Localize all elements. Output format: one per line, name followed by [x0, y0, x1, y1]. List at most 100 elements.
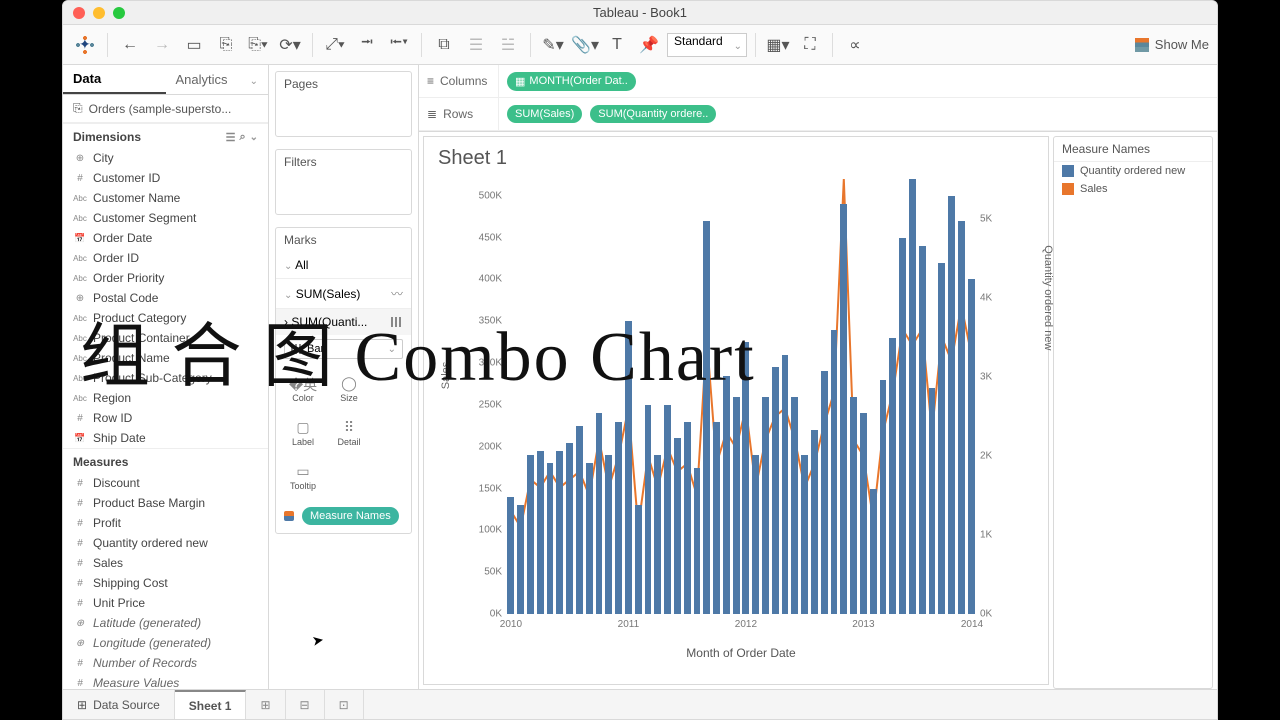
field-item[interactable]: Product Base Margin [63, 493, 268, 513]
field-item[interactable]: Order Priority [63, 268, 268, 288]
legend-swatch [1062, 165, 1074, 177]
rows-pill-qty[interactable]: SUM(Quantity ordere.. [590, 105, 716, 123]
sort-asc-icon[interactable]: ⭲ [353, 31, 381, 59]
presentation-icon[interactable]: ⛶ [796, 31, 824, 59]
field-item[interactable]: City [63, 148, 268, 168]
swap-icon[interactable]: ⤢▾ [321, 31, 349, 59]
abc-icon[interactable]: ☰ [462, 31, 490, 59]
dimensions-header: Dimensions ☰⌕ [63, 123, 268, 148]
back-icon[interactable]: ← [116, 31, 144, 59]
field-item[interactable]: Quantity ordered new [63, 533, 268, 553]
sort-desc-icon[interactable]: ⭰▾ [385, 31, 413, 59]
field-item[interactable]: Measure Values [63, 673, 268, 689]
legend-item[interactable]: Sales [1054, 180, 1212, 198]
attach-icon[interactable]: 📎▾ [571, 31, 599, 59]
fit-dropdown[interactable]: Standard [667, 33, 747, 57]
field-label: Product Container [93, 331, 190, 345]
field-label: Customer Name [93, 191, 180, 205]
field-item[interactable]: Order Date [63, 228, 268, 248]
dimensions-list: CityCustomer ID Customer Name Customer Seg… [63, 148, 268, 448]
chart: Sales 0K50K100K150K200K250K300K350K400K4… [464, 179, 1008, 636]
field-item[interactable]: Product Container [63, 328, 268, 348]
field-item[interactable]: Product Sub-Category [63, 368, 268, 388]
group-icon[interactable]: ⧉ [430, 31, 458, 59]
field-item[interactable]: Postal Code [63, 288, 268, 308]
color-encoding[interactable]: Measure Names [284, 505, 403, 527]
search-icon[interactable]: ⌕ [239, 131, 245, 144]
label-button[interactable]: ▢Label [280, 411, 326, 455]
new-worksheet-icon[interactable]: ⎘▾ [244, 31, 272, 59]
text-icon[interactable]: T [603, 31, 631, 59]
dropdown-icon[interactable] [250, 131, 258, 144]
rows-pill-sales[interactable]: SUM(Sales) [507, 105, 582, 123]
legend-item[interactable]: Quantity ordered new [1054, 162, 1212, 180]
field-item[interactable]: Shipping Cost [63, 573, 268, 593]
field-item[interactable]: Product Name [63, 348, 268, 368]
pages-shelf[interactable]: Pages [275, 71, 412, 137]
field-item[interactable]: Customer Segment [63, 208, 268, 228]
field-item[interactable]: Longitude (generated) [63, 633, 268, 653]
field-label: Customer Segment [93, 211, 196, 225]
abc-type-icon [73, 253, 87, 264]
field-item[interactable]: Product Category [63, 308, 268, 328]
field-item[interactable]: Profit [63, 513, 268, 533]
viz-container: Sheet 1 Sales 0K50K100K150K200K250K300K3… [419, 132, 1217, 689]
cards-icon[interactable]: ▦▾ [764, 31, 792, 59]
size-button[interactable]: ◯Size [326, 367, 372, 411]
tab-sheet1[interactable]: Sheet 1 [175, 690, 247, 719]
detail-button[interactable]: ⠿Detail [326, 411, 372, 455]
plot-area [506, 179, 976, 614]
field-item[interactable]: Row ID [63, 408, 268, 428]
filters-shelf[interactable]: Filters [275, 149, 412, 215]
columns-shelf[interactable]: ≡Columns ▦MONTH(Order Dat.. [419, 65, 1217, 98]
showme-button[interactable]: Show Me [1135, 37, 1209, 52]
field-item[interactable]: Number of Records [63, 653, 268, 673]
marks-sales[interactable]: SUM(Sales)〰 [276, 278, 411, 308]
viz-canvas[interactable]: Sheet 1 Sales 0K50K100K150K200K250K300K3… [423, 136, 1049, 685]
marks-all[interactable]: All [276, 252, 411, 278]
field-label: Product Name [93, 351, 170, 365]
field-item[interactable]: Customer Name [63, 188, 268, 208]
new-datasource-icon[interactable]: ⎘ [212, 31, 240, 59]
field-item[interactable]: Region [63, 388, 268, 408]
totals-icon[interactable]: ☱ [494, 31, 522, 59]
tab-datasource[interactable]: ⊞Data Source [63, 690, 175, 719]
refresh-icon[interactable]: ⟳▾ [276, 31, 304, 59]
new-dashboard-button[interactable]: ⊟ [286, 690, 325, 719]
share-icon[interactable]: ∝ [841, 31, 869, 59]
field-label: Order Date [93, 231, 152, 245]
view-icon[interactable]: ☰ [226, 131, 236, 144]
field-item[interactable]: Unit Price [63, 593, 268, 613]
abc-type-icon [73, 193, 87, 204]
field-item[interactable]: Discount [63, 473, 268, 493]
tab-analytics[interactable]: Analytics [166, 65, 269, 94]
field-item[interactable]: Latitude (generated) [63, 613, 268, 633]
legend-body: Quantity ordered newSales [1054, 162, 1212, 198]
color-button[interactable]: �英Color [280, 367, 326, 411]
mark-type-dropdown[interactable]: Bar [284, 339, 403, 359]
columns-pill[interactable]: ▦MONTH(Order Dat.. [507, 72, 636, 91]
rows-shelf[interactable]: ≣Rows SUM(Sales) SUM(Quantity ordere.. [419, 98, 1217, 131]
datasource-item[interactable]: ⎘Orders (sample-supersto... [63, 95, 268, 123]
forward-icon[interactable]: → [148, 31, 176, 59]
field-label: Measure Values [93, 676, 179, 689]
tooltip-button[interactable]: ▭Tooltip [280, 455, 326, 499]
toolbar: ← → ▭ ⎘ ⎘▾ ⟳▾ ⤢▾ ⭲ ⭰▾ ⧉ ☰ ☱ ✎▾ 📎▾ T 📌 St… [63, 25, 1217, 65]
field-label: Sales [93, 556, 123, 570]
field-item[interactable]: Customer ID [63, 168, 268, 188]
marks-qty[interactable]: SUM(Quanti... [276, 308, 411, 335]
field-item[interactable]: Ship Date [63, 428, 268, 448]
tableau-logo-icon[interactable] [71, 31, 99, 59]
highlight-icon[interactable]: ✎▾ [539, 31, 567, 59]
color-icon: �英 [289, 375, 317, 393]
field-label: Order ID [93, 251, 139, 265]
field-item[interactable]: Sales [63, 553, 268, 573]
pin-icon[interactable]: 📌 [635, 31, 663, 59]
field-item[interactable]: Order ID [63, 248, 268, 268]
abc-type-icon [73, 333, 87, 344]
new-worksheet-button[interactable]: ⊞ [246, 690, 285, 719]
new-story-button[interactable]: ⊡ [325, 690, 364, 719]
save-icon[interactable]: ▭ [180, 31, 208, 59]
tab-data[interactable]: Data [63, 65, 166, 94]
field-label: Product Category [93, 311, 186, 325]
